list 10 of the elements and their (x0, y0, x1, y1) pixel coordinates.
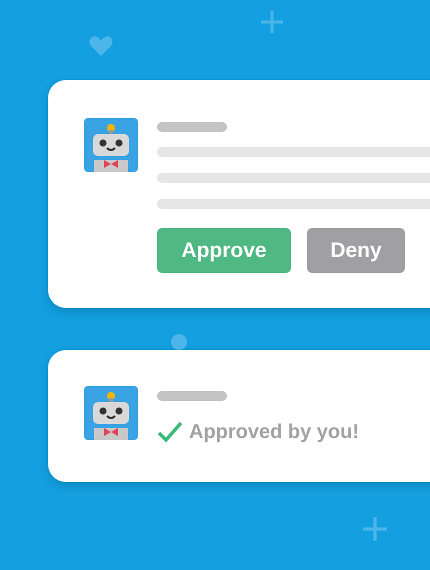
heart-icon (89, 36, 113, 56)
approve-button[interactable]: Approve (157, 228, 291, 273)
robot-avatar-icon (84, 386, 138, 440)
plus-icon (260, 10, 284, 34)
checkmark-icon (157, 421, 183, 443)
dot-icon (171, 334, 187, 350)
status-text: Approved by you! (189, 420, 360, 445)
plus-icon (362, 516, 388, 542)
robot-avatar-icon (84, 118, 138, 172)
deny-button[interactable]: Deny (307, 228, 405, 273)
